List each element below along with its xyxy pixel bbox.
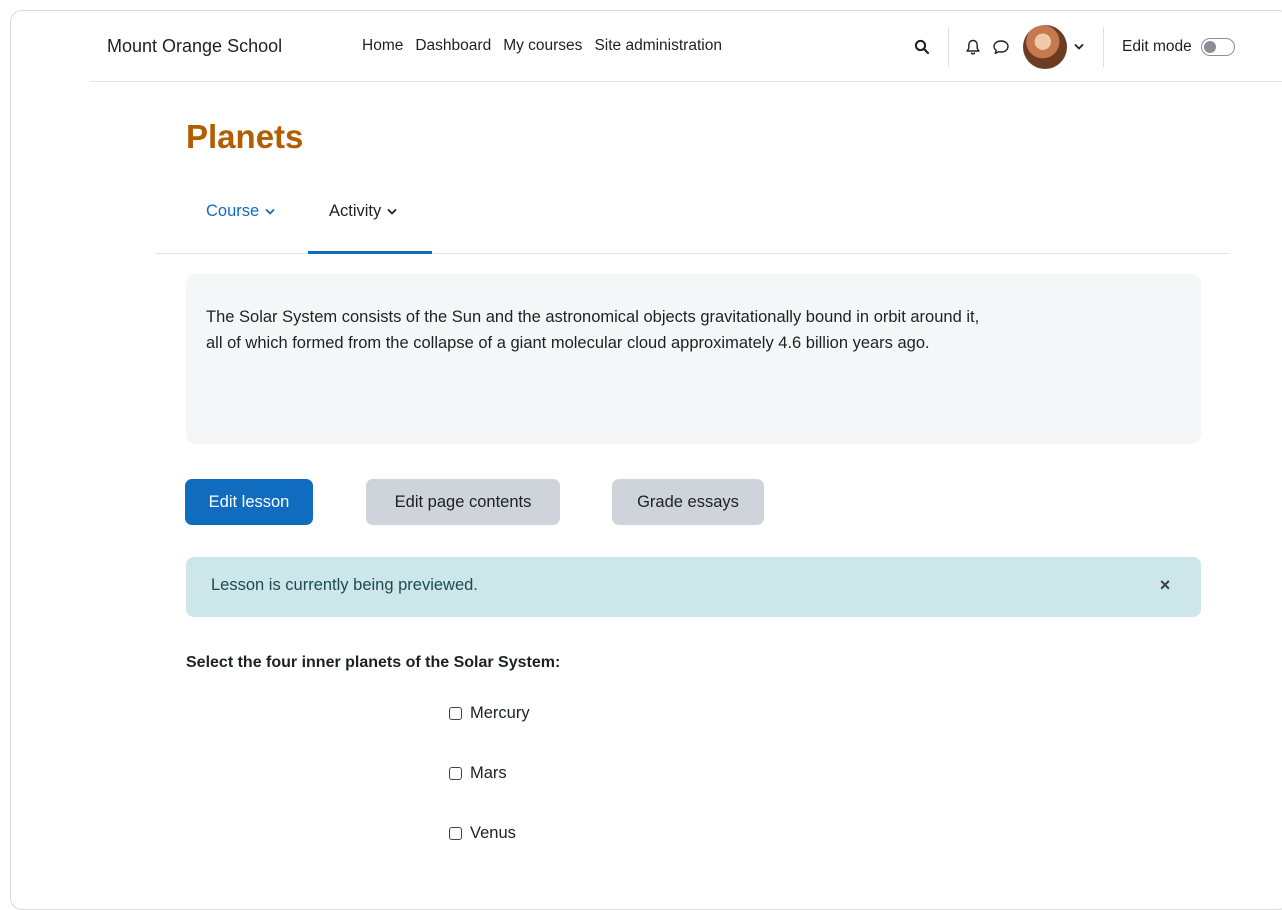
nav-link-dashboard[interactable]: Dashboard — [415, 37, 491, 55]
preview-alert: Lesson is currently being previewed. × — [186, 557, 1201, 617]
checkbox[interactable] — [449, 707, 462, 720]
question-prompt: Select the four inner planets of the Sol… — [186, 654, 561, 671]
option-mars[interactable]: Mars — [449, 764, 507, 783]
grade-essays-button[interactable]: Grade essays — [612, 479, 764, 525]
bell-icon[interactable] — [963, 37, 983, 57]
page-title: Planets — [186, 118, 304, 155]
tab-course[interactable]: Course — [206, 202, 275, 221]
nav-link-home[interactable]: Home — [362, 37, 403, 55]
option-label: Mercury — [470, 704, 530, 722]
top-navbar: Mount Orange School Home Dashboard My co… — [90, 11, 1282, 82]
edit-mode-label: Edit mode — [1122, 38, 1192, 55]
user-avatar[interactable] — [1023, 25, 1067, 69]
chevron-down-icon — [387, 208, 397, 215]
option-venus[interactable]: Venus — [449, 824, 516, 843]
checkbox[interactable] — [449, 767, 462, 780]
search-icon[interactable] — [912, 37, 932, 57]
option-label: Mars — [470, 764, 507, 782]
edit-mode-toggle[interactable] — [1200, 38, 1235, 56]
intro-line-2: all of which formed from the collapse of… — [206, 334, 930, 352]
navbar-actions: Edit mode — [912, 25, 1235, 69]
tab-course-label: Course — [206, 202, 260, 220]
primary-navigation: Home Dashboard My courses Site administr… — [362, 37, 734, 55]
intro-line-1: The Solar System consists of the Sun and… — [206, 308, 980, 326]
nav-link-my-courses[interactable]: My courses — [503, 37, 582, 55]
chevron-down-icon[interactable] — [1069, 37, 1089, 57]
close-icon[interactable]: × — [1153, 573, 1177, 597]
tab-activity-label: Activity — [329, 202, 382, 220]
lesson-intro-box: The Solar System consists of the Sun and… — [186, 274, 1201, 444]
nav-link-site-administration[interactable]: Site administration — [594, 37, 722, 55]
checkbox[interactable] — [449, 827, 462, 840]
navbar-divider — [948, 27, 949, 67]
secondary-navigation: Course Activity — [156, 190, 1230, 254]
chevron-down-icon — [265, 208, 275, 215]
active-tab-indicator — [308, 251, 432, 254]
edit-page-contents-button[interactable]: Edit page contents — [366, 479, 560, 525]
site-brand[interactable]: Mount Orange School — [107, 36, 282, 57]
chat-icon[interactable] — [991, 37, 1011, 57]
option-mercury[interactable]: Mercury — [449, 704, 530, 723]
option-label: Venus — [470, 824, 516, 842]
tab-activity[interactable]: Activity — [329, 202, 397, 221]
navbar-divider — [1103, 27, 1104, 67]
edit-lesson-button[interactable]: Edit lesson — [185, 479, 313, 525]
lesson-intro-text: The Solar System consists of the Sun and… — [206, 304, 1181, 356]
alert-message: Lesson is currently being previewed. — [211, 576, 478, 594]
